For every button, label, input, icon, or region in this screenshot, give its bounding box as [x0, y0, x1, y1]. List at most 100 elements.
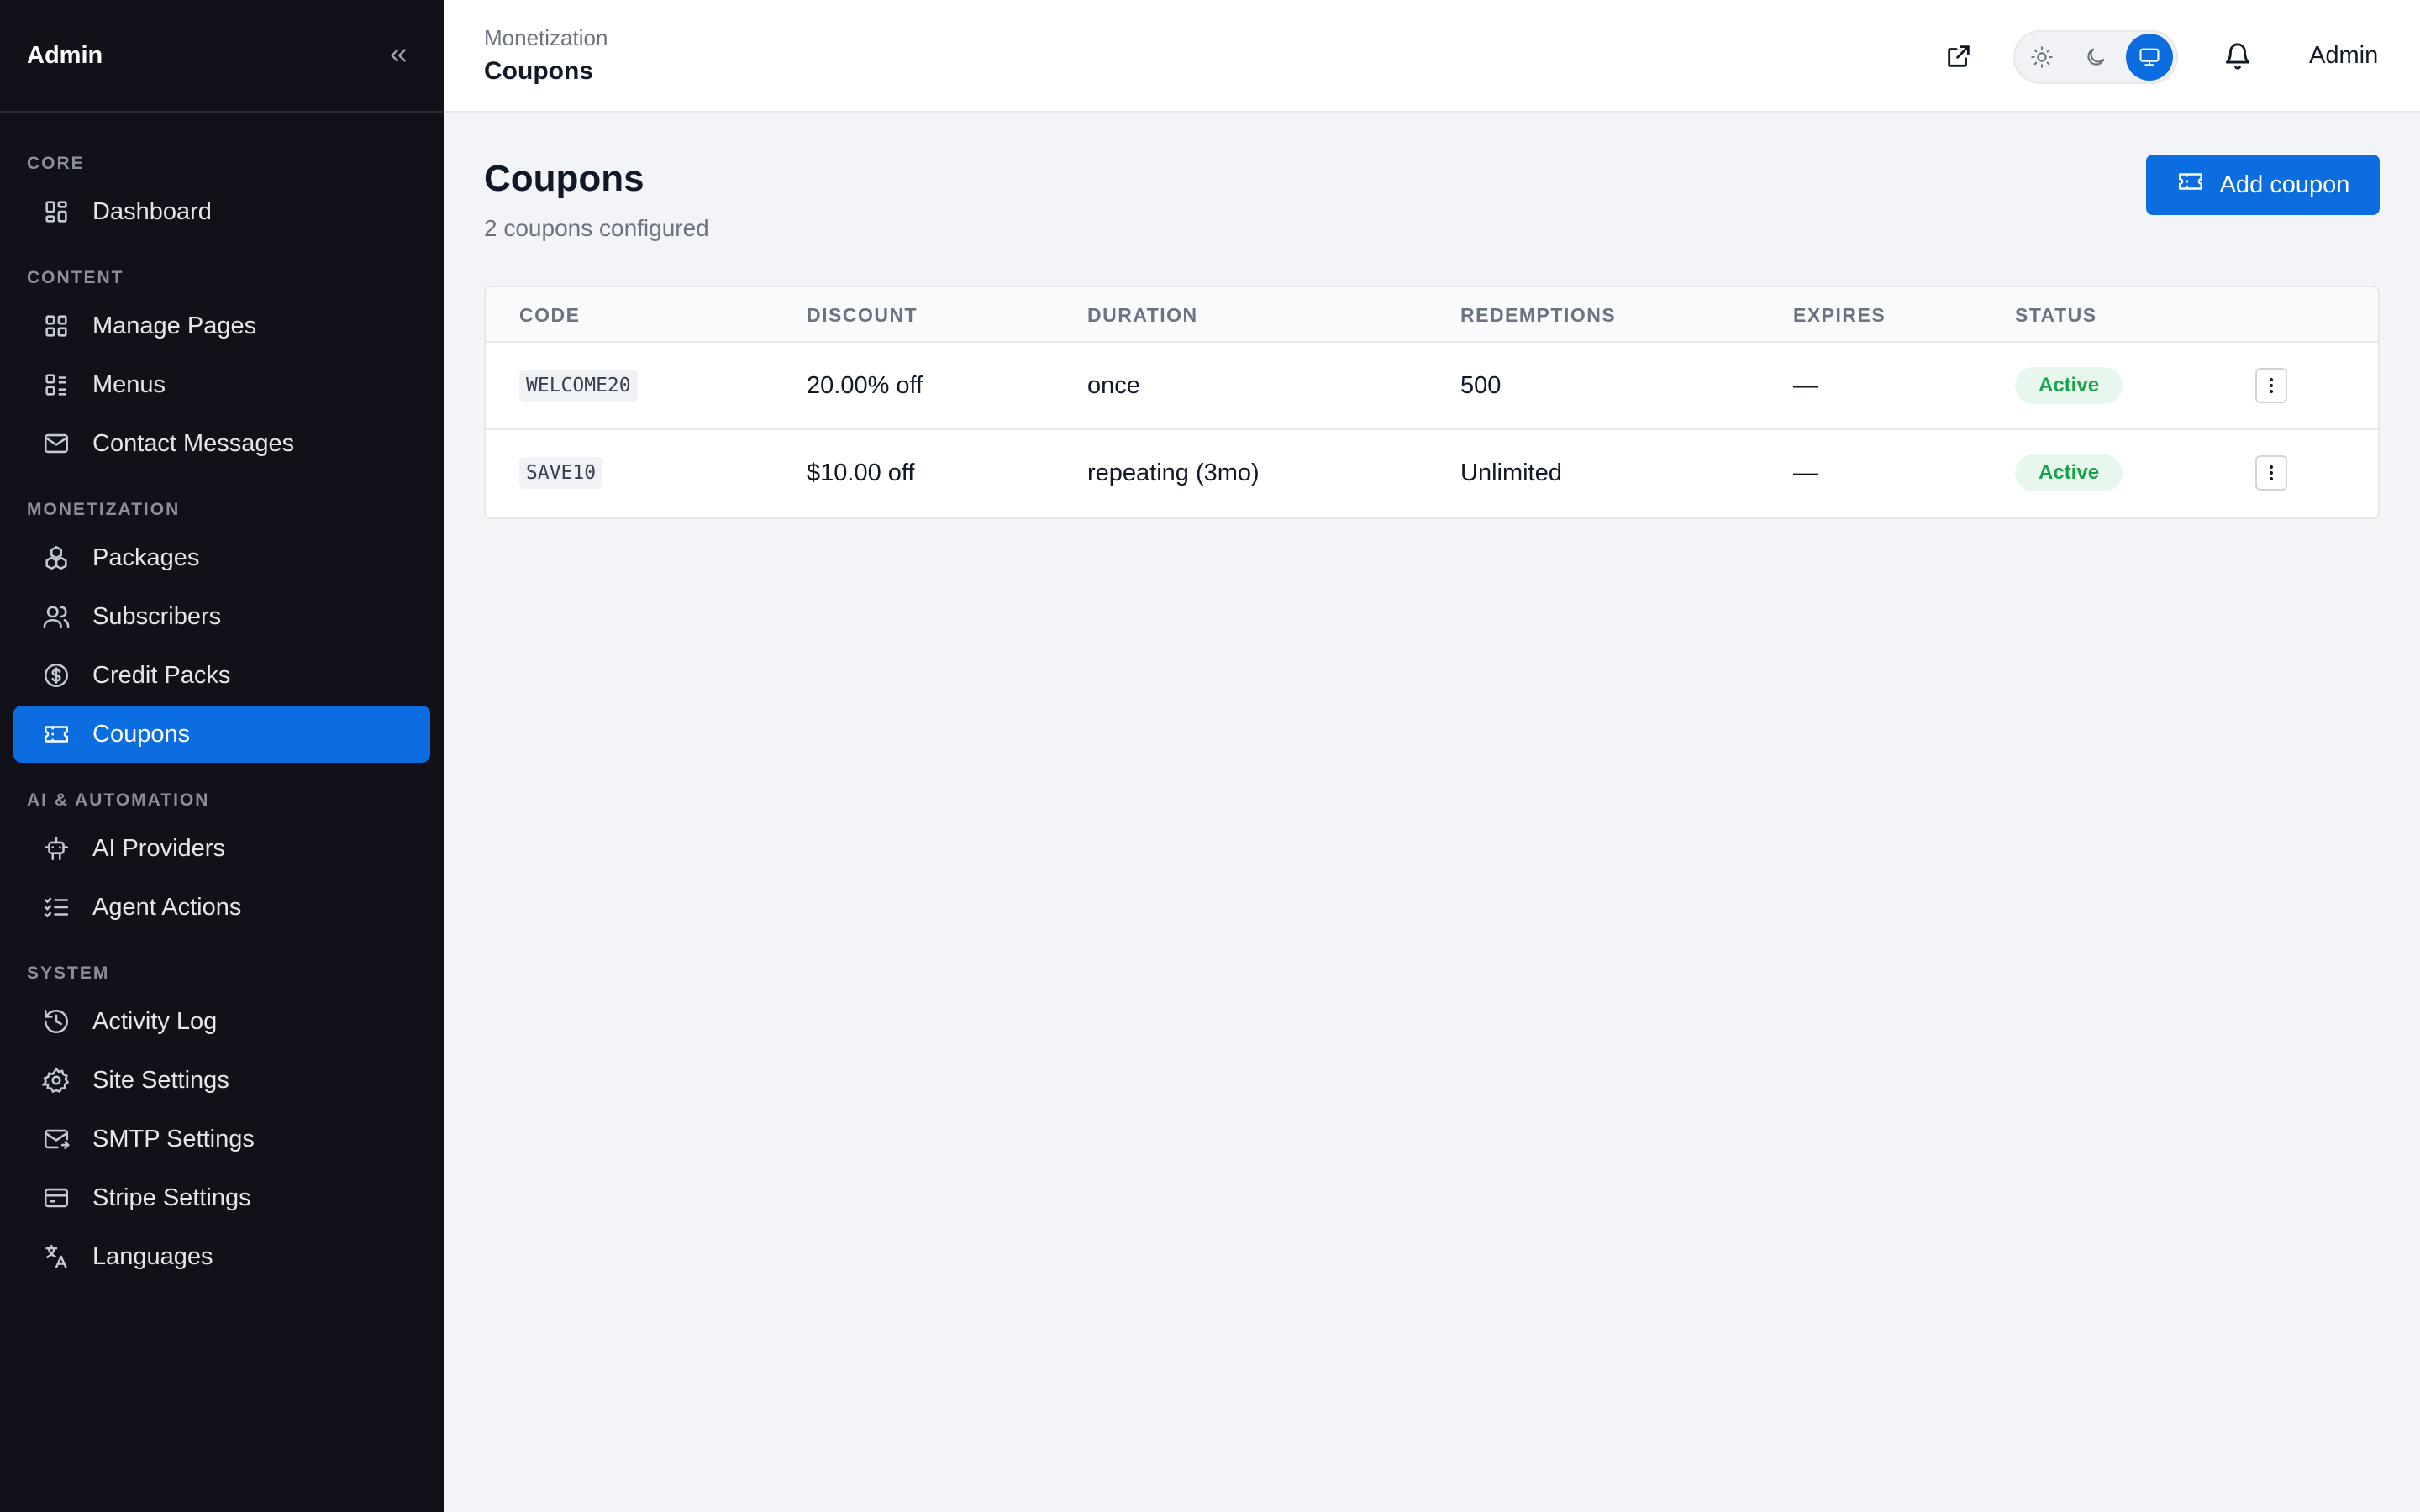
sidebar-item-label: Site Settings: [92, 1066, 229, 1094]
collapse-sidebar-icon[interactable]: [380, 37, 417, 74]
credit-card-icon: [42, 1184, 71, 1212]
topbar: Monetization Coupons Admin: [444, 0, 2420, 113]
dollar-circle-icon: [42, 661, 71, 690]
system-theme-monitor-icon[interactable]: [2126, 34, 2173, 81]
sidebar-item-label: Credit Packs: [92, 661, 231, 689]
dashboard-icon: [42, 197, 71, 226]
nav-section-monetization: MONETIZATION Packages Subscribers Credit…: [13, 496, 430, 763]
notifications-bell-icon[interactable]: [2218, 37, 2257, 76]
nav-section-title: AI & AUTOMATION: [27, 790, 210, 810]
sidebar-item-dashboard[interactable]: Dashboard: [13, 183, 430, 240]
sidebar-item-label: Activity Log: [92, 1007, 218, 1035]
column-header-duration: DURATION: [1087, 304, 1198, 326]
sidebar-item-label: Dashboard: [92, 197, 212, 225]
status-cell: Active: [2015, 343, 2123, 428]
gear-icon: [42, 1066, 71, 1095]
light-theme-sun-icon[interactable]: [2018, 34, 2065, 81]
user-menu[interactable]: Admin: [2309, 42, 2378, 70]
sidebar-header: Admin: [0, 0, 444, 113]
status-cell: Active: [2015, 430, 2123, 516]
mail-icon: [42, 429, 71, 458]
redemptions-cell: Unlimited: [1460, 459, 1562, 486]
robot-icon: [42, 834, 71, 863]
add-coupon-button[interactable]: Add coupon: [2146, 155, 2380, 215]
expires-cell: —: [1793, 459, 1818, 486]
sidebar-nav: CORE Dashboard CONTENT Manage Pages Menu…: [0, 113, 444, 1285]
topbar-title: Coupons: [484, 57, 593, 85]
sidebar-item-activity-log[interactable]: Activity Log: [13, 993, 430, 1050]
dark-theme-moon-icon[interactable]: [2072, 34, 2119, 81]
sidebar-item-label: Stripe Settings: [92, 1184, 251, 1211]
page-subtitle: 2 coupons configured: [484, 215, 709, 241]
ticket-icon: [2176, 167, 2205, 202]
sidebar-item-label: Languages: [92, 1242, 213, 1270]
nav-section-title: CONTENT: [27, 268, 124, 287]
column-header-status: STATUS: [2015, 304, 2097, 326]
discount-cell: $10.00 off: [807, 459, 915, 486]
checklist-icon: [42, 893, 71, 921]
discount-cell: 20.00% off: [807, 371, 923, 399]
coupon-code-cell: WELCOME20: [519, 343, 638, 428]
coupon-code: WELCOME20: [519, 370, 638, 402]
sidebar-item-label: Agent Actions: [92, 893, 242, 921]
brand-title: Admin: [27, 41, 103, 69]
ticket-icon: [42, 720, 71, 748]
nav-section-core: CORE Dashboard: [13, 150, 430, 240]
history-icon: [42, 1007, 71, 1036]
sidebar-item-packages[interactable]: Packages: [13, 529, 430, 586]
row-actions-more-icon[interactable]: [2255, 368, 2287, 403]
add-coupon-label: Add coupon: [2219, 171, 2350, 198]
nav-section-title: SYSTEM: [27, 963, 110, 983]
sidebar: Admin CORE Dashboard CONTENT Manage Page…: [0, 0, 444, 1512]
external-link-icon[interactable]: [1939, 37, 1978, 76]
column-header-discount: DISCOUNT: [807, 304, 918, 326]
sidebar-item-label: Coupons: [92, 720, 191, 748]
sidebar-item-ai-providers[interactable]: AI Providers: [13, 820, 430, 877]
boxes-icon: [42, 543, 71, 572]
coupon-code: SAVE10: [519, 457, 603, 489]
sidebar-item-smtp-settings[interactable]: SMTP Settings: [13, 1110, 430, 1168]
mail-send-icon: [42, 1125, 71, 1153]
sidebar-item-credit-packs[interactable]: Credit Packs: [13, 647, 430, 704]
sidebar-item-label: Menus: [92, 370, 166, 398]
sidebar-item-manage-pages[interactable]: Manage Pages: [13, 297, 430, 354]
row-actions-more-icon[interactable]: [2255, 455, 2287, 491]
sidebar-item-contact-messages[interactable]: Contact Messages: [13, 415, 430, 472]
table-row[interactable]: WELCOME20 20.00% off once 500 — Active: [486, 343, 2378, 430]
sidebar-item-languages[interactable]: Languages: [13, 1228, 430, 1285]
nav-section-ai-automation: AI & AUTOMATION AI Providers Agent Actio…: [13, 786, 430, 936]
sidebar-item-label: Subscribers: [92, 602, 222, 630]
redemptions-cell: 500: [1460, 371, 1502, 399]
sidebar-item-label: AI Providers: [92, 834, 225, 862]
column-header-code: CODE: [519, 304, 581, 326]
status-badge: Active: [2015, 367, 2123, 404]
sidebar-item-label: Packages: [92, 543, 200, 571]
sidebar-item-label: SMTP Settings: [92, 1125, 255, 1152]
duration-cell: repeating (3mo): [1087, 459, 1260, 486]
table-row[interactable]: SAVE10 $10.00 off repeating (3mo) Unlimi…: [486, 430, 2378, 517]
row-actions-cell: [2255, 343, 2287, 428]
nav-section-content: CONTENT Manage Pages Menus Contact Messa…: [13, 264, 430, 472]
breadcrumb[interactable]: Monetization: [484, 25, 608, 51]
status-badge: Active: [2015, 454, 2123, 491]
translate-icon: [42, 1242, 71, 1271]
column-header-redemptions: REDEMPTIONS: [1460, 304, 1617, 326]
sidebar-item-menus[interactable]: Menus: [13, 356, 430, 413]
table-header: CODE DISCOUNT DURATION REDEMPTIONS EXPIR…: [486, 287, 2378, 343]
sidebar-item-agent-actions[interactable]: Agent Actions: [13, 879, 430, 936]
sidebar-item-label: Contact Messages: [92, 429, 295, 457]
theme-toggle: [2013, 30, 2178, 84]
sidebar-item-coupons[interactable]: Coupons: [13, 706, 430, 763]
row-actions-cell: [2255, 430, 2287, 516]
sidebar-item-site-settings[interactable]: Site Settings: [13, 1052, 430, 1109]
nav-section-title: CORE: [27, 154, 85, 173]
duration-cell: once: [1087, 371, 1140, 399]
sidebar-item-label: Manage Pages: [92, 312, 257, 339]
nav-section-title: MONETIZATION: [27, 500, 181, 519]
page-title: Coupons: [484, 158, 644, 199]
sidebar-item-subscribers[interactable]: Subscribers: [13, 588, 430, 645]
coupons-table: CODE DISCOUNT DURATION REDEMPTIONS EXPIR…: [484, 286, 2380, 519]
sidebar-item-stripe-settings[interactable]: Stripe Settings: [13, 1169, 430, 1226]
column-header-expires: EXPIRES: [1793, 304, 1886, 326]
nav-section-system: SYSTEM Activity Log Site Settings SMTP S…: [13, 959, 430, 1285]
